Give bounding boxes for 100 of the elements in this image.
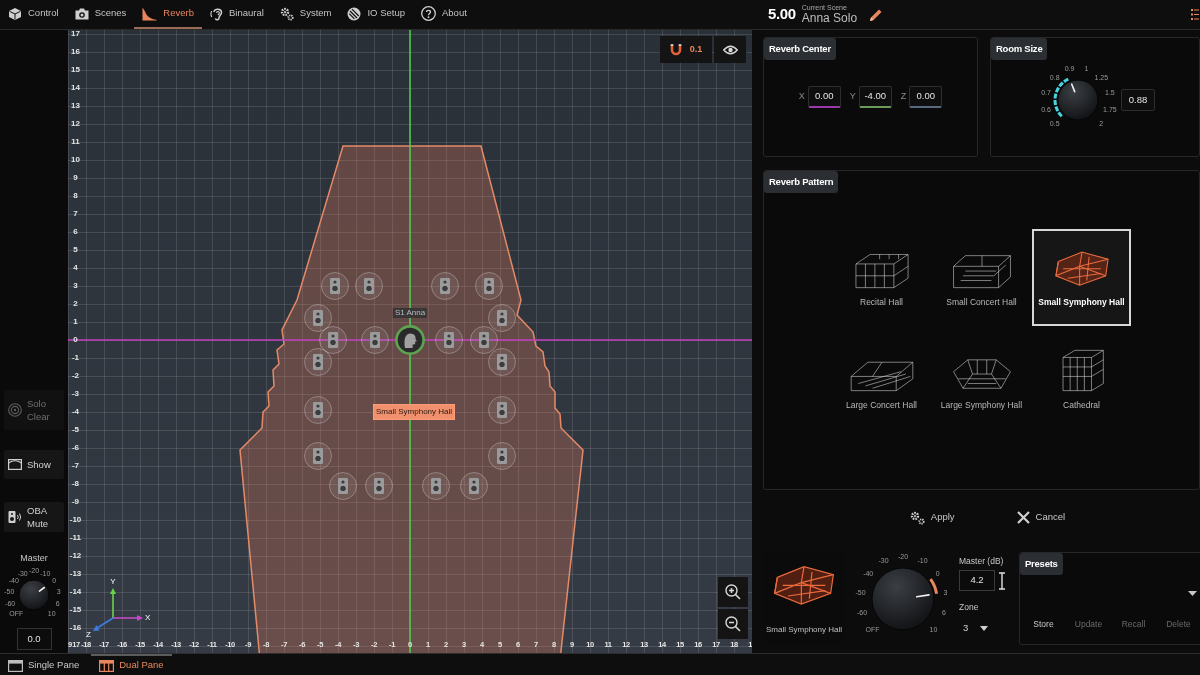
speaker-icon[interactable] <box>488 396 516 424</box>
stage-icon <box>8 459 22 470</box>
axis-label: -9 <box>70 498 81 506</box>
caret-icon <box>980 625 989 631</box>
pencil-icon[interactable] <box>869 7 884 22</box>
axis-label: 5 <box>72 246 79 254</box>
speaker-icon[interactable] <box>488 442 516 470</box>
cancel-button[interactable]: Cancel <box>1016 510 1066 525</box>
snap-button[interactable]: 0.1 <box>660 36 712 63</box>
speaker-icon[interactable] <box>431 272 459 300</box>
apply-button[interactable]: Apply <box>909 510 955 525</box>
speaker-icon[interactable] <box>361 326 389 354</box>
axis-label: 16 <box>70 48 81 56</box>
listener-icon[interactable] <box>395 325 425 355</box>
ear-icon <box>209 6 223 21</box>
coordinate-field[interactable]: -4.00 <box>858 86 892 108</box>
magnet-icon <box>669 43 682 56</box>
speaker-icon[interactable] <box>435 326 463 354</box>
pattern-option[interactable]: Small Concert Hall <box>932 229 1031 326</box>
speaker-icon[interactable] <box>304 442 332 470</box>
axis-name: X <box>145 614 151 622</box>
field-label: X <box>798 90 805 104</box>
field-label: Y <box>849 90 856 104</box>
tab[interactable]: Binaural <box>201 0 272 29</box>
axis-label: -5 <box>70 426 81 434</box>
pattern-option[interactable]: Large Symphony Hall <box>932 332 1031 429</box>
axis-label: 14 <box>70 84 81 92</box>
tab[interactable]: Control <box>0 0 67 29</box>
visibility-button[interactable] <box>714 36 746 63</box>
speaker-icon[interactable] <box>304 348 332 376</box>
speaker-icon[interactable] <box>422 472 450 500</box>
speaker-icon[interactable] <box>304 304 332 332</box>
tab[interactable]: IO Setup <box>339 0 413 29</box>
speaker-icon[interactable] <box>475 272 503 300</box>
axis-label: -4 <box>70 408 81 416</box>
zoom-in-icon <box>725 584 741 600</box>
axis-label: -16 <box>68 624 83 632</box>
eye-icon <box>722 44 738 55</box>
axis-label: 4 <box>72 264 79 272</box>
columns-icon <box>99 659 115 672</box>
speaker-icon[interactable] <box>321 272 349 300</box>
speaker-icon[interactable] <box>460 472 488 500</box>
caret-icon[interactable] <box>1188 590 1197 596</box>
axis-label: 3 <box>72 282 79 290</box>
tab[interactable]: About <box>413 0 475 29</box>
speaker-icon <box>8 510 22 524</box>
sidebar-button[interactable]: OBA Mute <box>4 502 64 532</box>
zoom-out-icon <box>725 616 741 632</box>
pattern-name: Small Symphony Hall <box>766 624 842 636</box>
stage-canvas[interactable] <box>68 30 752 653</box>
speaker-icon[interactable] <box>319 326 347 354</box>
zone-dropdown[interactable]: 3 <box>959 619 991 637</box>
speaker-icon[interactable] <box>304 396 332 424</box>
axis-label: 11 <box>70 138 81 146</box>
pattern-option[interactable]: Large Concert Hall <box>832 332 931 429</box>
master-label: Master <box>20 552 48 564</box>
tab[interactable]: Scenes <box>66 0 135 29</box>
master-db-field[interactable]: 4.2 <box>959 570 995 591</box>
pattern-option[interactable]: Recital Hall <box>832 229 931 326</box>
speaker-icon[interactable] <box>488 304 516 332</box>
coordinate-field[interactable]: 0.00 <box>909 86 943 108</box>
view-mode-tab[interactable]: Single Pane <box>0 654 88 675</box>
speaker-icon[interactable] <box>329 472 357 500</box>
axis-label: 9 <box>72 174 79 182</box>
axis-label: 8 <box>72 192 79 200</box>
speaker-icon[interactable] <box>365 472 393 500</box>
axis-label: -7 <box>70 462 81 470</box>
tab[interactable]: System <box>271 0 340 29</box>
text-cursor-icon <box>998 571 1006 590</box>
room-size-field[interactable]: 0.88 <box>1121 89 1155 111</box>
help-icon <box>421 6 436 21</box>
pattern-option[interactable]: Small Symphony Hall <box>1032 229 1131 326</box>
speaker-icon[interactable] <box>355 272 383 300</box>
axis-name: Y <box>110 578 116 586</box>
axis-label: -14 <box>68 588 83 596</box>
field-label: Z <box>900 90 907 104</box>
y-axis-arrow <box>110 588 116 619</box>
axis-label: 10 <box>70 156 81 164</box>
sphere-icon <box>347 6 362 21</box>
zoom-in-button[interactable] <box>718 577 748 607</box>
source-label: S1 Anna <box>392 308 428 318</box>
gears-icon <box>279 6 294 21</box>
preset-button[interactable]: Store <box>1021 615 1066 633</box>
master-field[interactable]: 0.0 <box>16 628 52 650</box>
axis-label: -3 <box>70 390 81 398</box>
axis-label: -11 <box>68 534 83 542</box>
field-label: Master (dB) <box>959 556 1005 567</box>
view-mode-tab[interactable]: Dual Pane <box>91 654 172 675</box>
zone-name-tag[interactable]: Small Symphony Hall <box>373 404 456 420</box>
axis-label: 1 <box>72 318 79 326</box>
list-icon[interactable] <box>1191 9 1199 20</box>
speaker-icon[interactable] <box>470 326 498 354</box>
sidebar-button[interactable]: Show <box>4 450 64 479</box>
coordinate-field[interactable]: 0.00 <box>807 86 841 108</box>
zoom-out-button[interactable] <box>718 609 748 639</box>
panel-title: Presets <box>1020 553 1063 575</box>
panel-title: Reverb Pattern <box>764 171 839 193</box>
speaker-icon[interactable] <box>488 348 516 376</box>
pattern-option[interactable]: Cathedral <box>1032 332 1131 429</box>
axis-label: -12 <box>68 552 83 560</box>
